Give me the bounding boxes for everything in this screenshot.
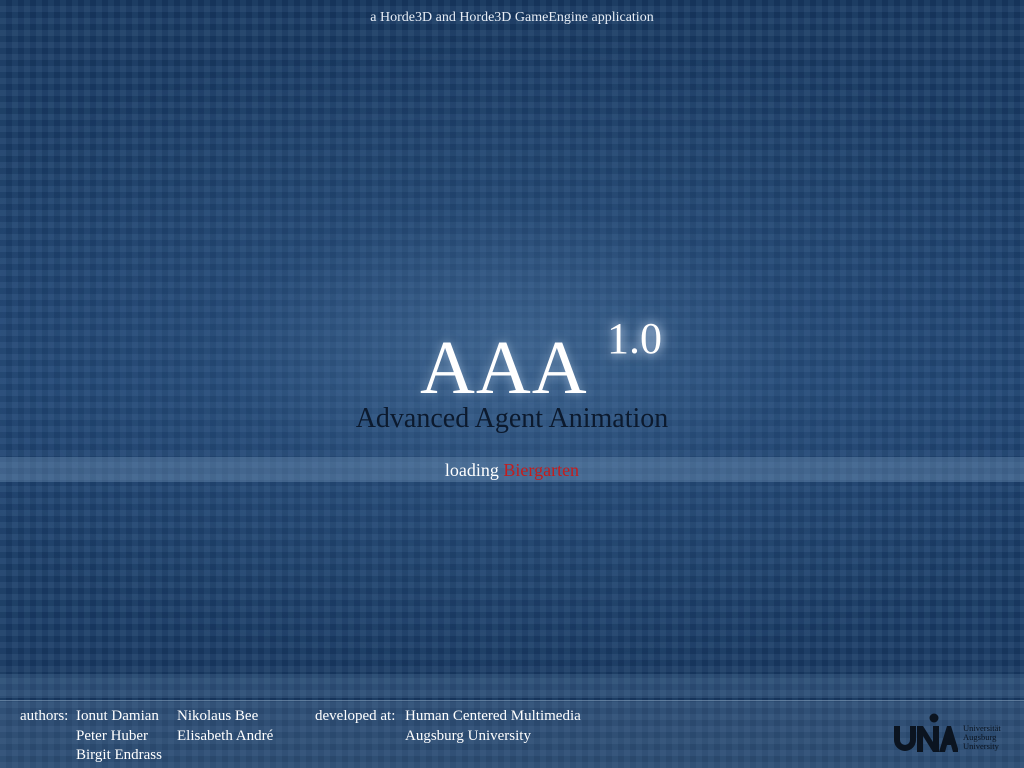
- credits-footer: authors: Ionut Damian Peter Huber Birgit…: [0, 700, 1024, 768]
- developed-at-label: developed at:: [315, 708, 396, 724]
- footer-divider: [0, 674, 1024, 698]
- authors-column-1: Ionut Damian Peter Huber Birgit Endrass: [76, 707, 162, 766]
- loading-status: loading Biergarten: [0, 459, 1024, 481]
- app-version: 1.0: [607, 314, 662, 363]
- authors-column-2: Nikolaus Bee Elisabeth André: [177, 707, 273, 746]
- app-title: AAA: [420, 326, 588, 410]
- institution: Human Centered Multimedia Augsburg Unive…: [405, 707, 581, 746]
- university-mark-icon: [894, 713, 958, 752]
- authors-label: authors:: [20, 708, 69, 724]
- university-logo-icon: Universität Augsburg University: [892, 710, 1012, 758]
- author-name: Birgit Endrass: [76, 747, 162, 763]
- author-name: Peter Huber: [76, 727, 149, 744]
- author-name: Nikolaus Bee: [177, 708, 259, 724]
- institution-line: Human Centered Multimedia: [405, 708, 581, 724]
- loading-prefix: loading: [444, 460, 499, 480]
- author-name: Elisabeth André: [177, 727, 274, 744]
- loading-scene-name: Biergarten: [503, 460, 580, 480]
- app-subtitle: Advanced Agent Animation: [355, 403, 669, 434]
- university-logo-text: Universität Augsburg University: [963, 724, 1001, 751]
- university-logo-line: University: [963, 741, 999, 751]
- institution-line: Augsburg University: [405, 727, 531, 744]
- splash-screen: { "header": { "tagline": "a Horde3D and …: [0, 0, 1024, 768]
- author-name: Ionut Damian: [76, 708, 159, 724]
- app-logo: AAA 1.0 Advanced Agent Animation: [0, 0, 1024, 768]
